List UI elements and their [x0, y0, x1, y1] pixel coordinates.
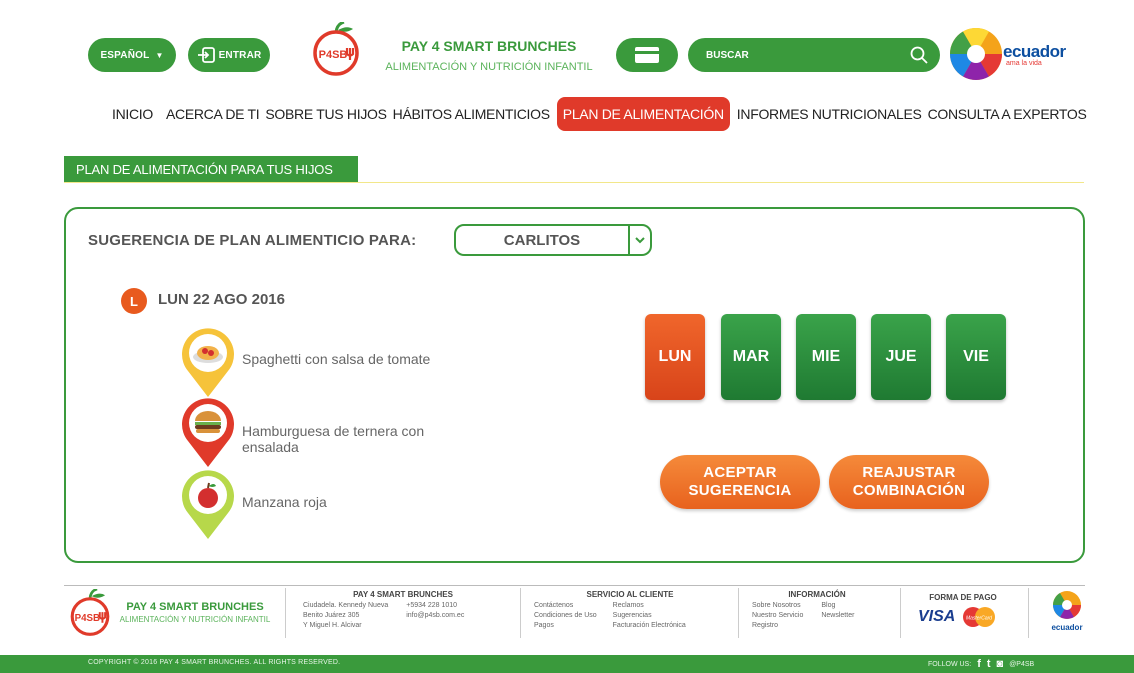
footer-link[interactable]: Sobre Nosotros	[752, 601, 803, 611]
day-badge: L	[121, 288, 147, 314]
day-button-jue[interactable]: JUE	[871, 314, 931, 400]
social-links: FOLLOW US: f t ◙ @P4SB	[928, 658, 1034, 670]
nav-item-acerca[interactable]: ACERCA DE TI	[163, 97, 262, 131]
payment-card-button[interactable]	[616, 38, 678, 72]
instagram-icon[interactable]: ◙	[997, 658, 1004, 670]
footer-address-line: Y Miguel H. Alcivar	[303, 622, 362, 629]
meal-name: Hamburguesa de ternera con ensalada	[242, 423, 425, 455]
footer-link[interactable]: Nuestro Servicio	[752, 611, 803, 621]
credit-card-icon	[635, 47, 659, 63]
footer-phone[interactable]: +5934 228 1010	[406, 601, 464, 611]
day-button-vie[interactable]: VIE	[946, 314, 1006, 400]
svg-text:MasterCard: MasterCard	[966, 616, 992, 622]
footer-separator	[738, 588, 739, 638]
svg-text:P4SB: P4SB	[75, 613, 101, 624]
brand-subtitle: ALIMENTACIÓN Y NUTRICIÓN INFANTIL	[385, 61, 593, 73]
search-bar[interactable]: BUSCAR	[688, 38, 940, 72]
section-divider	[64, 182, 1084, 183]
search-input[interactable]: BUSCAR	[706, 50, 910, 61]
footer-link[interactable]: Registro	[752, 621, 803, 631]
plan-label: SUGERENCIA DE PLAN ALIMENTICIO PARA:	[88, 232, 417, 249]
main-nav: INICIO ACERCA DE TI SOBRE TUS HIJOS HÁBI…	[96, 97, 1090, 131]
day-button-lun[interactable]: LUN	[645, 314, 705, 400]
footer-link[interactable]: Blog	[821, 601, 854, 611]
footer-link[interactable]: Sugerencias	[613, 611, 686, 621]
footer-info-title: INFORMACIÓN	[788, 590, 846, 599]
chevron-down-icon[interactable]	[628, 226, 650, 254]
footer-info: INFORMACIÓN Sobre Nosotros Nuestro Servi…	[752, 590, 882, 631]
nav-item-informes[interactable]: INFORMES NUTRICIONALES	[734, 97, 925, 131]
footer-link[interactable]: Newsletter	[821, 611, 854, 621]
footer-link[interactable]: Pagos	[534, 621, 597, 631]
nav-item-consulta[interactable]: CONSULTA A EXPERTOS	[925, 97, 1090, 131]
footer-divider	[64, 585, 1085, 586]
footer-separator	[900, 588, 901, 638]
section-title: PLAN DE ALIMENTACIÓN PARA TUS HIJOS	[64, 156, 358, 182]
footer-payment: FORMA DE PAGO VISA MasterCard	[918, 593, 1008, 628]
footer-contact: PAY 4 SMART BRUNCHES Ciudadela. Kennedy …	[303, 590, 503, 631]
nav-item-plan[interactable]: PLAN DE ALIMENTACIÓN	[556, 97, 730, 131]
footer-brand-subtitle: ALIMENTACIÓN Y NUTRICIÓN INFANTIL	[119, 615, 271, 624]
footer-link[interactable]: Contáctenos	[534, 601, 597, 611]
footer-separator	[285, 588, 286, 638]
footer-address-line: Ciudadela. Kennedy Nueva	[303, 602, 389, 609]
day-button-mie[interactable]: MIE	[796, 314, 856, 400]
child-select-value[interactable]: CARLITOS	[456, 226, 628, 254]
accept-suggestion-button[interactable]: ACEPTAR SUGERENCIA	[660, 455, 820, 509]
apple-icon	[182, 470, 234, 539]
plan-date: LUN 22 AGO 2016	[158, 291, 285, 308]
day-button-mar[interactable]: MAR	[721, 314, 781, 400]
meal-name: Spaghetti con salsa de tomate	[242, 351, 431, 367]
footer-email[interactable]: info@p4sb.com.ec	[406, 611, 464, 621]
footer-address-line: Benito Juárez 305	[303, 612, 360, 619]
language-label: ESPAÑOL	[100, 49, 150, 61]
follow-label: FOLLOW US:	[928, 660, 972, 668]
login-button[interactable]: ENTRAR	[188, 38, 270, 72]
nav-item-habitos[interactable]: HÁBITOS ALIMENTICIOS	[390, 97, 553, 131]
footer-separator	[1028, 588, 1029, 638]
mastercard-icon: MasterCard	[963, 607, 996, 627]
footer-contact-title: PAY 4 SMART BRUNCHES	[353, 590, 453, 599]
facebook-icon[interactable]: f	[977, 658, 981, 670]
social-handle[interactable]: @P4SB	[1009, 661, 1034, 668]
svg-text:ecuador: ecuador	[1051, 623, 1082, 632]
nav-item-hijos[interactable]: SOBRE TUS HIJOS	[262, 97, 389, 131]
footer-service: SERVICIO AL CLIENTE Contáctenos Condicio…	[534, 590, 726, 631]
language-selector[interactable]: ESPAÑOL ▼	[88, 38, 176, 72]
ecuador-tagline: ama la vida	[1006, 60, 1042, 67]
footer-separator	[520, 588, 521, 638]
readjust-combination-button[interactable]: REAJUSTAR COMBINACIÓN	[829, 455, 989, 509]
readjust-label: REAJUSTAR COMBINACIÓN	[852, 464, 966, 499]
footer-brand-title: PAY 4 SMART BRUNCHES	[126, 601, 264, 613]
brand-title: PAY 4 SMART BRUNCHES	[401, 38, 577, 54]
search-icon[interactable]	[910, 46, 928, 64]
footer-ecuador-logo: ecuador	[1051, 591, 1083, 632]
spaghetti-icon	[182, 328, 234, 397]
meal-name: Manzana roja	[242, 494, 327, 510]
footer-service-title: SERVICIO AL CLIENTE	[586, 590, 674, 599]
footer-link[interactable]: Facturación Electrónica	[613, 621, 686, 631]
copyright-text: COPYRIGHT © 2016 PAY 4 SMART BRUNCHES. A…	[88, 659, 341, 666]
svg-text:P4SB: P4SB	[319, 49, 348, 61]
twitter-icon[interactable]: t	[987, 658, 991, 670]
footer-p4sb-logo[interactable]: P4SB	[64, 589, 116, 637]
footer-link[interactable]: Reclamos	[613, 601, 686, 611]
accept-label: ACEPTAR SUGERENCIA	[688, 464, 792, 499]
nav-item-inicio[interactable]: INICIO	[112, 97, 163, 131]
login-icon	[197, 47, 215, 63]
ecuador-word: ecuador	[1003, 42, 1066, 61]
p4sb-logo[interactable]: P4SB	[311, 22, 361, 76]
visa-icon: VISA	[918, 608, 956, 625]
footer-payment-title: FORMA DE PAGO	[929, 593, 997, 602]
login-label: ENTRAR	[218, 49, 262, 61]
caret-down-icon: ▼	[155, 50, 164, 60]
footer-link[interactable]: Condiciones de Uso	[534, 611, 597, 621]
burger-icon	[182, 398, 234, 467]
